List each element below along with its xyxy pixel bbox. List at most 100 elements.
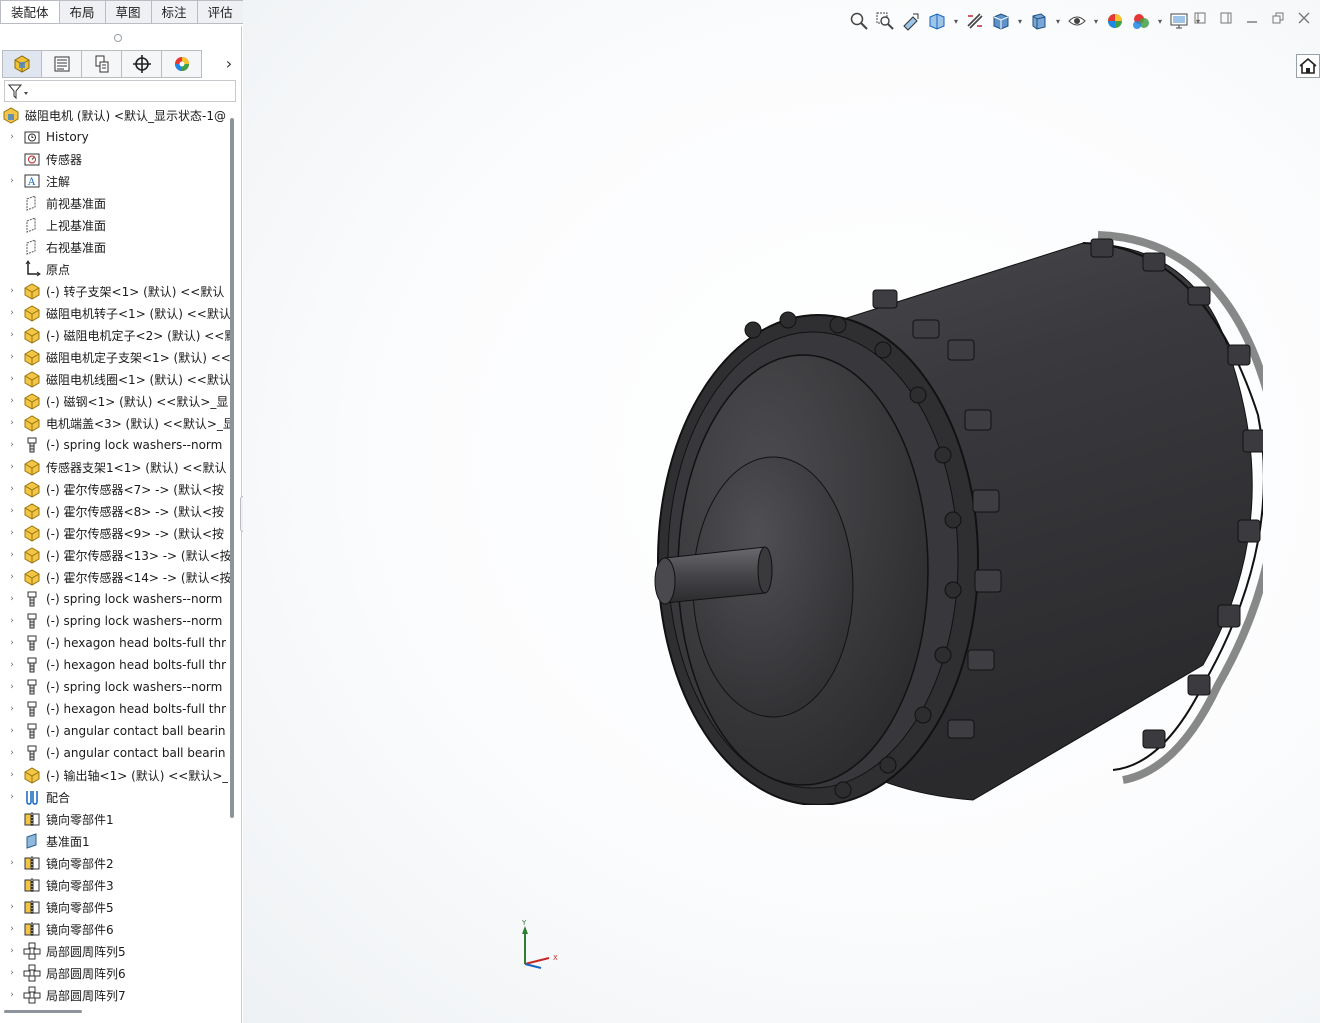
tree-vertical-scrollbar[interactable] xyxy=(230,118,234,818)
tree-item[interactable]: › 局部圆周阵列5 xyxy=(0,940,232,962)
tree-item[interactable]: › (-) spring lock washers--norm xyxy=(0,610,232,632)
tree-item[interactable]: › 传感器支架1<1> (默认) <<默认 xyxy=(0,456,232,478)
tree-item[interactable]: › (-) 霍尔传感器<8> -> (默认<按 xyxy=(0,500,232,522)
section-view-icon[interactable] xyxy=(926,10,948,32)
dropdown-arrow-icon[interactable]: ▾ xyxy=(1156,17,1164,26)
view-settings-icon[interactable] xyxy=(1168,10,1190,32)
tree-item[interactable]: 基准面1 xyxy=(0,830,232,852)
tree-item[interactable]: › 局部圆周阵列7 xyxy=(0,984,232,1004)
command-tab[interactable]: 草图 xyxy=(105,0,152,24)
tree-item[interactable]: › 磁阻电机转子<1> (默认) <<默认 xyxy=(0,302,232,324)
tree-item[interactable]: › 磁阻电机线圈<1> (默认) <<默认 xyxy=(0,368,232,390)
expand-arrow-icon[interactable]: › xyxy=(6,704,18,714)
dimxpert-manager-tab[interactable] xyxy=(122,50,162,78)
expand-arrow-icon[interactable]: › xyxy=(6,374,18,384)
expand-arrow-icon[interactable]: › xyxy=(6,286,18,296)
expand-arrow-icon[interactable]: › xyxy=(6,792,18,802)
edit-appearance-icon[interactable] xyxy=(1104,10,1126,32)
close-icon[interactable] xyxy=(1298,12,1310,24)
tree-item[interactable]: › (-) angular contact ball bearin xyxy=(0,742,232,764)
tree-item[interactable]: › (-) 转子支架<1> (默认) <<默认 xyxy=(0,280,232,302)
tile-right-icon[interactable] xyxy=(1220,12,1232,24)
dropdown-arrow-icon[interactable]: ▾ xyxy=(1016,17,1024,26)
expand-arrow-icon[interactable]: › xyxy=(6,308,18,318)
expand-arrow-icon[interactable]: › xyxy=(6,528,18,538)
tree-item[interactable]: 上视基准面 xyxy=(0,214,232,236)
panel-grip-icon[interactable] xyxy=(114,34,122,42)
tree-item[interactable]: › 磁阻电机定子支架<1> (默认) << xyxy=(0,346,232,368)
expand-arrow-icon[interactable]: › xyxy=(6,968,18,978)
tree-item[interactable]: › (-) 霍尔传感器<9> -> (默认<按 xyxy=(0,522,232,544)
tree-horizontal-scrollbar[interactable] xyxy=(4,1010,82,1013)
tree-item[interactable]: › 电机端盖<3> (默认) <<默认>_显 xyxy=(0,412,232,434)
expand-arrow-icon[interactable]: › xyxy=(6,924,18,934)
expand-arrow-icon[interactable]: › xyxy=(6,858,18,868)
expand-arrow-icon[interactable]: › xyxy=(6,770,18,780)
expand-arrow-icon[interactable]: › xyxy=(6,572,18,582)
expand-arrow-icon[interactable]: › xyxy=(6,462,18,472)
minimize-icon[interactable] xyxy=(1246,12,1258,24)
command-tab[interactable]: 评估 xyxy=(197,0,244,24)
expand-arrow-icon[interactable]: › xyxy=(6,484,18,494)
home-view-button[interactable] xyxy=(1296,54,1320,78)
expand-arrow-icon[interactable]: › xyxy=(6,176,18,186)
tree-item[interactable]: › (-) hexagon head bolts-full thr xyxy=(0,698,232,720)
expand-arrow-icon[interactable]: › xyxy=(6,902,18,912)
property-manager-tab[interactable] xyxy=(42,50,82,78)
tree-item[interactable]: › History xyxy=(0,126,232,148)
display-manager-tab[interactable] xyxy=(162,50,202,78)
tree-item[interactable]: › (-) 输出轴<1> (默认) <<默认>_ xyxy=(0,764,232,786)
tree-filter-field[interactable] xyxy=(4,80,236,102)
hide-show-items-icon[interactable] xyxy=(1066,10,1088,32)
tree-item[interactable]: › 镜向零部件2 xyxy=(0,852,232,874)
expand-arrow-icon[interactable]: › xyxy=(6,132,18,142)
more-tabs-chevron-icon[interactable]: › xyxy=(220,50,238,78)
expand-arrow-icon[interactable]: › xyxy=(6,418,18,428)
configuration-manager-tab[interactable] xyxy=(82,50,122,78)
dynamic-annotation-icon[interactable] xyxy=(964,10,986,32)
expand-arrow-icon[interactable]: › xyxy=(6,682,18,692)
apply-scene-icon[interactable] xyxy=(1130,10,1152,32)
tree-item[interactable]: 右视基准面 xyxy=(0,236,232,258)
dropdown-arrow-icon[interactable]: ▾ xyxy=(1054,17,1062,26)
zoom-to-fit-icon[interactable] xyxy=(848,10,870,32)
tree-item[interactable]: 原点 xyxy=(0,258,232,280)
tree-item[interactable]: › 镜向零部件5 xyxy=(0,896,232,918)
tree-item[interactable]: › 镜向零部件6 xyxy=(0,918,232,940)
display-style-icon[interactable] xyxy=(1028,10,1050,32)
tree-item[interactable]: 镜向零部件1 xyxy=(0,808,232,830)
expand-arrow-icon[interactable]: › xyxy=(6,550,18,560)
expand-arrow-icon[interactable]: › xyxy=(6,638,18,648)
tree-item[interactable]: 传感器 xyxy=(0,148,232,170)
tree-item[interactable]: › (-) 霍尔传感器<7> -> (默认<按 xyxy=(0,478,232,500)
command-tab[interactable]: 装配体 xyxy=(0,0,60,24)
tree-item[interactable]: › (-) 霍尔传感器<13> -> (默认<按 xyxy=(0,544,232,566)
tree-item[interactable]: › (-) 磁阻电机定子<2> (默认) <<默 xyxy=(0,324,232,346)
tree-item[interactable]: › A 注解 xyxy=(0,170,232,192)
expand-arrow-icon[interactable]: › xyxy=(6,352,18,362)
expand-arrow-icon[interactable]: › xyxy=(6,594,18,604)
expand-arrow-icon[interactable]: › xyxy=(6,330,18,340)
motor-3d-model[interactable] xyxy=(643,225,1263,805)
tree-item[interactable]: 前视基准面 xyxy=(0,192,232,214)
view-orientation-icon[interactable] xyxy=(990,10,1012,32)
expand-arrow-icon[interactable]: › xyxy=(6,726,18,736)
tree-item[interactable]: › (-) angular contact ball bearin xyxy=(0,720,232,742)
tree-item[interactable]: › (-) hexagon head bolts-full thr xyxy=(0,654,232,676)
graphics-area[interactable]: ▾▾▾▾▾▾ xyxy=(243,0,1320,1023)
expand-arrow-icon[interactable]: › xyxy=(6,616,18,626)
feature-manager-tab[interactable] xyxy=(2,50,42,78)
command-tab[interactable]: 布局 xyxy=(59,0,106,24)
tree-item[interactable]: › 配合 xyxy=(0,786,232,808)
tree-item[interactable]: › (-) spring lock washers--norm xyxy=(0,434,232,456)
expand-arrow-icon[interactable]: › xyxy=(6,440,18,450)
tree-item[interactable]: › (-) spring lock washers--norm xyxy=(0,676,232,698)
command-tab[interactable]: 标注 xyxy=(151,0,198,24)
tree-item[interactable]: › (-) 磁钢<1> (默认) <<默认>_显 xyxy=(0,390,232,412)
dropdown-arrow-icon[interactable]: ▾ xyxy=(952,17,960,26)
expand-arrow-icon[interactable]: › xyxy=(6,748,18,758)
tree-item[interactable]: › 局部圆周阵列6 xyxy=(0,962,232,984)
tree-item[interactable]: 镜向零部件3 xyxy=(0,874,232,896)
dropdown-arrow-icon[interactable]: ▾ xyxy=(1092,17,1100,26)
restore-icon[interactable] xyxy=(1272,12,1284,24)
